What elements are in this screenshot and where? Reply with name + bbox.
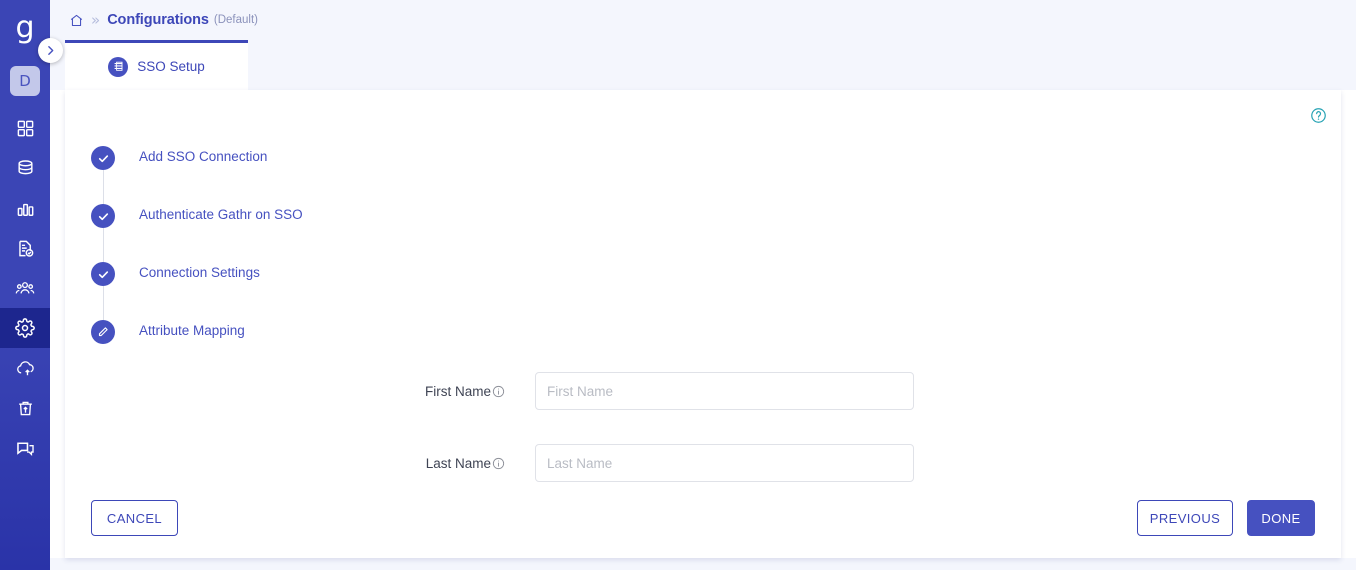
sidebar-expand-toggle[interactable]	[38, 38, 63, 63]
done-button[interactable]: DONE	[1247, 500, 1315, 536]
first-name-field-wrap	[535, 372, 914, 410]
sidebar-item-deploy[interactable]	[0, 348, 50, 388]
last-name-field-wrap	[535, 444, 914, 482]
sso-stepper: Add SSO Connection Authenticate Gathr on…	[91, 146, 511, 378]
tab-sso-setup[interactable]: SSO Setup	[65, 40, 248, 90]
step-connector	[102, 286, 104, 320]
check-icon	[91, 204, 115, 228]
sidebar-item-analytics[interactable]	[0, 188, 50, 228]
cloud-upload-icon	[16, 359, 35, 378]
step-connector	[102, 170, 104, 204]
step-connection-settings[interactable]: Connection Settings	[91, 262, 511, 320]
gear-icon	[15, 318, 35, 338]
trash-upload-icon	[16, 399, 35, 418]
info-icon[interactable]	[492, 385, 505, 398]
sidebar-item-settings[interactable]	[0, 308, 50, 348]
database-icon	[16, 159, 35, 178]
users-group-icon	[15, 278, 35, 298]
last-name-label-group: Last Name	[65, 456, 505, 471]
pencil-icon	[91, 320, 115, 344]
check-icon	[91, 262, 115, 286]
info-icon[interactable]	[492, 457, 505, 470]
step-label: Attribute Mapping	[139, 323, 245, 338]
check-icon	[91, 146, 115, 170]
first-name-input[interactable]	[535, 372, 914, 410]
breadcrumb-subtitle: (Default)	[213, 14, 258, 26]
last-name-label: Last Name	[425, 455, 491, 471]
form-row-last-name: Last Name	[65, 427, 1341, 499]
first-name-label: First Name	[424, 383, 491, 399]
sidebar-item-recycle-bin[interactable]	[0, 388, 50, 428]
left-sidebar: g D	[0, 0, 50, 570]
content-panel: Add SSO Connection Authenticate Gathr on…	[65, 90, 1341, 558]
step-authenticate-gathr-on-sso[interactable]: Authenticate Gathr on SSO	[91, 204, 511, 262]
sidebar-item-users[interactable]	[0, 268, 50, 308]
tab-label: SSO Setup	[137, 59, 205, 74]
tab-strip: SSO Setup	[50, 40, 1356, 90]
dashboard-grid-icon	[16, 119, 35, 138]
form-row-first-name: First Name	[65, 355, 1341, 427]
avatar[interactable]: D	[10, 66, 40, 96]
document-check-icon	[16, 239, 35, 258]
step-label: Add SSO Connection	[139, 149, 268, 164]
help-circle-icon[interactable]	[1310, 107, 1327, 124]
bar-chart-icon	[16, 199, 35, 218]
app-root: g D » Configurations (Default) SSO Setup…	[0, 0, 1356, 570]
step-label: Connection Settings	[139, 265, 260, 280]
panel-footer: CANCEL PREVIOUS DONE	[65, 500, 1341, 536]
sidebar-item-reports[interactable]	[0, 228, 50, 268]
breadcrumb-title[interactable]: Configurations	[107, 12, 209, 28]
first-name-label-group: First Name	[65, 384, 505, 399]
chat-icon	[16, 439, 35, 458]
last-name-input[interactable]	[535, 444, 914, 482]
sso-stack-icon	[108, 56, 129, 77]
step-connector	[102, 228, 104, 262]
breadcrumb: » Configurations (Default)	[50, 0, 1356, 40]
cancel-button[interactable]: CANCEL	[91, 500, 178, 536]
sidebar-item-dashboard[interactable]	[0, 108, 50, 148]
sidebar-item-data[interactable]	[0, 148, 50, 188]
attribute-mapping-form: First Name Last Name	[65, 355, 1341, 499]
breadcrumb-separator: »	[91, 10, 101, 29]
sidebar-nav	[0, 108, 50, 468]
step-label: Authenticate Gathr on SSO	[139, 207, 303, 222]
step-add-sso-connection[interactable]: Add SSO Connection	[91, 146, 511, 204]
previous-button[interactable]: PREVIOUS	[1137, 500, 1233, 536]
sidebar-item-support[interactable]	[0, 428, 50, 468]
chevron-right-icon	[44, 44, 57, 57]
home-icon[interactable]	[69, 13, 84, 28]
page-background	[50, 558, 1356, 570]
